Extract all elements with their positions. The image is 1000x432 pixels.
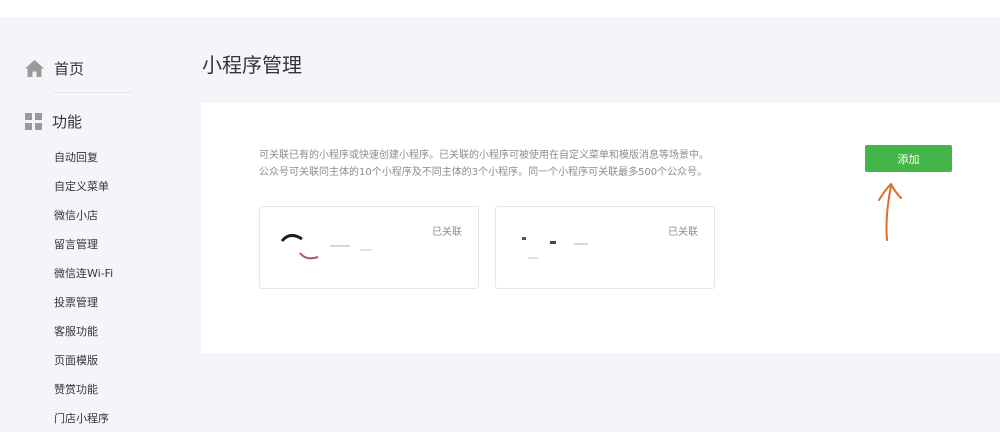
sidebar-item-wifi[interactable]: 微信连Wi-Fi (54, 265, 113, 281)
home-icon (25, 59, 44, 77)
description-line-1: 可关联已有的小程序或快速创建小程序。已关联的小程序可被使用在自定义菜单和模版消息… (259, 150, 709, 161)
sidebar-item-voting[interactable]: 投票管理 (54, 294, 98, 310)
page-title: 小程序管理 (202, 53, 302, 77)
description-line-2: 公众号可关联同主体的10个小程序及不同主体的3个小程序。同一个小程序可关联最多5… (259, 167, 708, 178)
mini-program-thumbnail (522, 237, 588, 259)
description: 可关联已有的小程序或快速创建小程序。已关联的小程序可被使用在自定义菜单和模版消息… (259, 147, 709, 181)
linked-mini-program-card[interactable]: 已关联 (495, 206, 715, 289)
linked-mini-program-card[interactable]: 已关联 (259, 206, 479, 289)
arrow-up-icon (878, 183, 902, 241)
sidebar-item-store-mini-program[interactable]: 门店小程序 (54, 410, 109, 426)
sidebar-item-auto-reply[interactable]: 自动回复 (54, 149, 98, 165)
sidebar-item-home[interactable]: 首页 (25, 56, 84, 80)
card-status: 已关联 (668, 227, 698, 238)
sidebar: 首页 功能 自动回复 自定义菜单 微信小店 留言管理 微信连Wi-Fi 投票管理… (0, 17, 160, 432)
card-status: 已关联 (432, 227, 462, 238)
sidebar-section-function-label: 功能 (52, 112, 83, 131)
add-button[interactable]: 添加 (865, 145, 952, 172)
sidebar-item-custom-menu[interactable]: 自定义菜单 (54, 178, 109, 194)
sidebar-item-customer-service[interactable]: 客服功能 (54, 323, 98, 339)
top-bar (0, 0, 1000, 17)
sidebar-divider (53, 92, 133, 93)
sidebar-section-function[interactable]: 功能 (25, 109, 82, 133)
sidebar-item-comments[interactable]: 留言管理 (54, 236, 98, 252)
sidebar-item-page-templates[interactable]: 页面模版 (54, 352, 98, 368)
sidebar-item-wechat-store[interactable]: 微信小店 (54, 207, 98, 223)
grid-icon (25, 112, 42, 130)
sidebar-item-home-label: 首页 (54, 59, 85, 78)
sidebar-item-rewards[interactable]: 赞赏功能 (54, 381, 98, 397)
mini-program-thumbnail (280, 234, 372, 260)
